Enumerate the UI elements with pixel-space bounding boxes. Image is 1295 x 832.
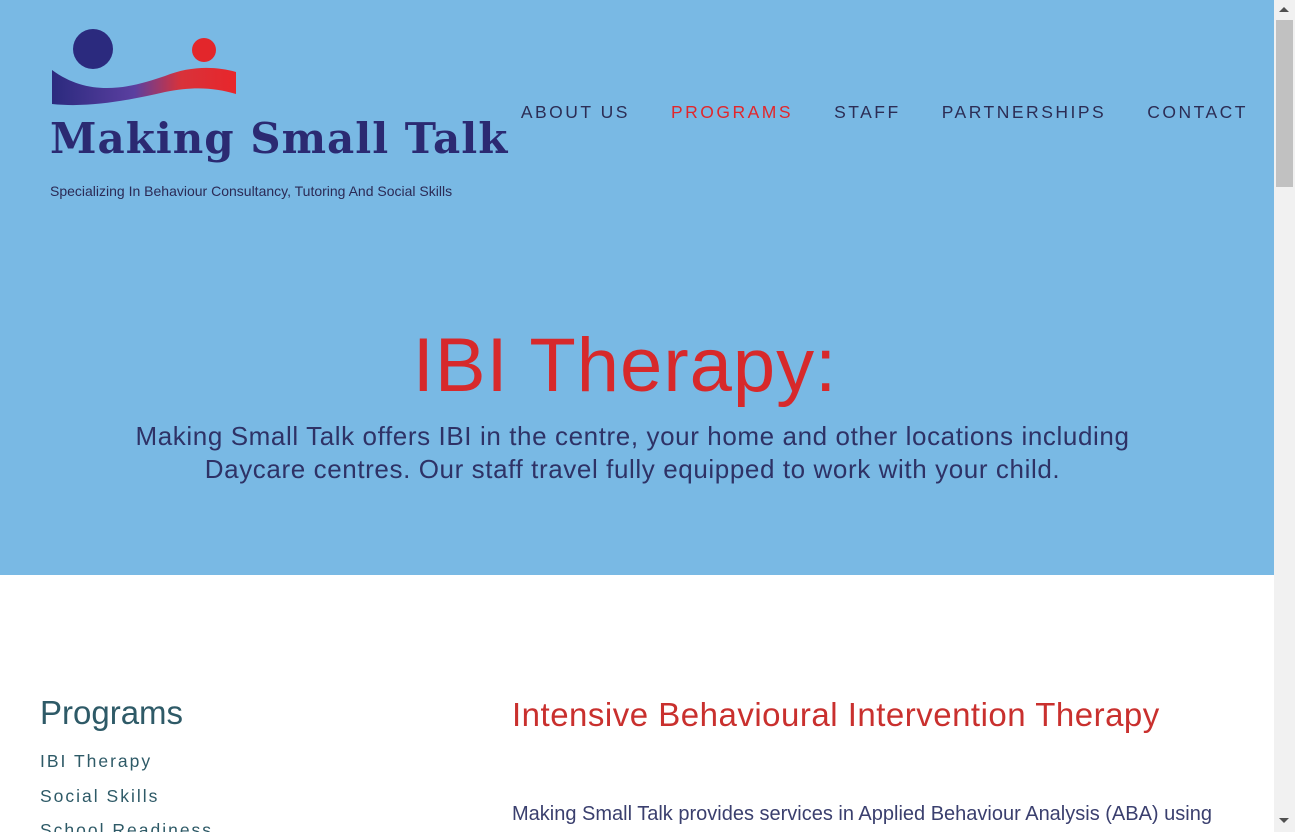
sidebar-link-school-readiness[interactable]: School Readiness: [40, 820, 213, 832]
hero-banner: Making Small Talk Specializing In Behavi…: [0, 0, 1274, 575]
scrollbar-thumb[interactable]: [1276, 20, 1293, 187]
two-figures-wave-logo-icon: [52, 29, 236, 106]
scroll-up-icon[interactable]: [1279, 7, 1289, 12]
hero-title: IBI Therapy:: [412, 323, 838, 408]
brand-tagline: Specializing In Behaviour Consultancy, T…: [50, 183, 453, 199]
site-logo[interactable]: Making Small Talk Specializing In Behavi…: [50, 28, 507, 208]
brand-name: Making Small Talk: [50, 114, 509, 163]
nav-programs[interactable]: PROGRAMS: [671, 102, 793, 123]
nav-staff[interactable]: STAFF: [834, 102, 901, 123]
sidebar-title: Programs: [40, 694, 184, 731]
nav-about-us[interactable]: ABOUT US: [521, 102, 630, 123]
page: Making Small Talk Specializing In Behavi…: [0, 0, 1274, 832]
hero-subtitle: Making Small Talk offers IBI in the cent…: [135, 421, 1130, 484]
scroll-down-icon[interactable]: [1279, 818, 1289, 823]
vertical-scrollbar[interactable]: [1274, 0, 1295, 832]
main-heading: Intensive Behavioural Intervention Thera…: [512, 696, 1160, 733]
main-paragraph: Making Small Talk provides services in A…: [512, 803, 1212, 825]
sidebar-link-ibi-therapy[interactable]: IBI Therapy: [40, 751, 152, 772]
sidebar-link-social-skills[interactable]: Social Skills: [40, 786, 159, 807]
nav-contact[interactable]: CONTACT: [1147, 102, 1248, 123]
main-nav: ABOUT US PROGRAMS STAFF PARTNERSHIPS CON…: [521, 102, 1248, 123]
nav-partnerships[interactable]: PARTNERSHIPS: [942, 102, 1107, 123]
